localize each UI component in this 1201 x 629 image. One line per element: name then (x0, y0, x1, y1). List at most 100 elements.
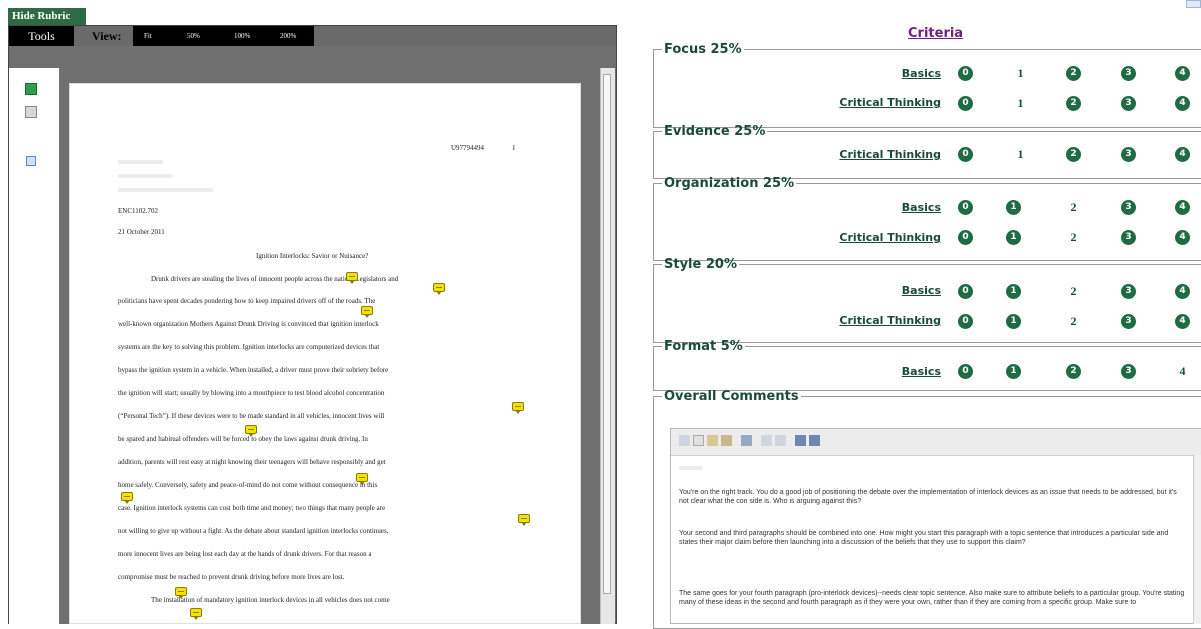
replace-icon[interactable] (809, 435, 820, 446)
redo-icon[interactable] (775, 435, 786, 446)
text-line: the ignition will start; usually by blow… (118, 389, 385, 397)
tools-menu[interactable]: Tools (9, 26, 74, 46)
score-option[interactable]: 3 (1121, 364, 1136, 379)
score-option[interactable]: 4 (1175, 96, 1190, 111)
score-option[interactable]: 2 (1066, 66, 1081, 81)
score-selected[interactable]: 2 (1066, 284, 1081, 299)
criterion-label: Basics (901, 365, 941, 378)
zoom-50[interactable]: 50% (187, 26, 200, 46)
score-option[interactable]: 3 (1121, 66, 1136, 81)
save-icon[interactable] (25, 83, 37, 95)
text-line: case. Ignition interlock systems can cos… (118, 504, 386, 512)
group-title: Organization 25% (664, 176, 795, 191)
print-icon[interactable] (25, 106, 37, 118)
zoom-fit[interactable]: Fit (144, 26, 152, 46)
copy-icon[interactable] (693, 435, 704, 446)
cut-icon[interactable] (679, 435, 690, 446)
score-selected[interactable]: 1 (1013, 96, 1028, 111)
editor-toolbar (671, 429, 1201, 456)
zoom-200[interactable]: 200% (280, 26, 296, 46)
zoom-100[interactable]: 100% (234, 26, 250, 46)
date-line: 21 October 2011 (118, 228, 165, 236)
page-number: 1 (512, 144, 516, 152)
score-option[interactable]: 4 (1175, 314, 1190, 329)
score-option[interactable]: 3 (1121, 200, 1136, 215)
comment-marker-icon[interactable] (121, 492, 133, 504)
score-option[interactable]: 2 (1066, 96, 1081, 111)
score-selected[interactable]: 1 (1013, 66, 1028, 81)
score-option[interactable]: 0 (958, 200, 973, 215)
comment-paragraph: Your second and third paragraphs should … (679, 530, 1169, 546)
comment-marker-icon[interactable] (346, 272, 358, 284)
comment-marker-icon[interactable] (512, 402, 524, 414)
paste-icon[interactable] (707, 435, 718, 446)
score-selected[interactable]: 2 (1066, 314, 1081, 329)
score-option[interactable]: 3 (1121, 147, 1136, 162)
comment-marker-icon[interactable] (361, 306, 373, 318)
view-label: View: (92, 29, 122, 43)
score-option[interactable]: 4 (1175, 200, 1190, 215)
group-title: Evidence 25% (664, 124, 766, 139)
comment-marker-icon[interactable] (245, 425, 257, 437)
criterion-label: Basics (901, 67, 941, 80)
spellcheck-icon[interactable] (741, 435, 752, 446)
score-option[interactable]: 2 (1066, 147, 1081, 162)
toolbar-gap (9, 46, 616, 68)
undo-icon[interactable] (761, 435, 772, 446)
text-line: be spared and habitual offenders will be… (118, 435, 368, 443)
score-option[interactable]: 0 (958, 364, 973, 379)
comment-marker-icon[interactable] (433, 283, 445, 295)
criterion-label: Critical Thinking (839, 231, 941, 244)
text-line: home safely. Conversely, safety and peac… (118, 481, 378, 489)
redacted-line (118, 188, 213, 192)
text-line: bypass the ignition system in a vehicle.… (118, 366, 389, 374)
criteria-link[interactable]: Criteria (908, 26, 963, 41)
score-option[interactable]: 3 (1121, 230, 1136, 245)
score-selected[interactable]: 2 (1066, 200, 1081, 215)
score-option[interactable]: 0 (958, 147, 973, 162)
score-option[interactable]: 4 (1175, 66, 1190, 81)
header-id: U97794494 (451, 144, 485, 152)
score-option[interactable]: 1 (1006, 314, 1021, 329)
text-line: addition, parents will rest easy at nigh… (118, 458, 386, 466)
score-option[interactable]: 1 (1006, 230, 1021, 245)
viewer-scroll-thumb[interactable] (603, 74, 611, 594)
comment-paragraph: You're on the right track. You do a good… (679, 489, 1177, 505)
score-option[interactable]: 1 (1006, 364, 1021, 379)
comment-marker-icon[interactable] (518, 514, 530, 526)
corner-button[interactable] (1186, 0, 1201, 8)
score-option[interactable]: 0 (958, 284, 973, 299)
page-icon[interactable] (26, 156, 36, 166)
text-line: systems are the key to solving this prob… (118, 343, 380, 351)
score-option[interactable]: 4 (1175, 147, 1190, 162)
score-selected[interactable]: 1 (1013, 147, 1028, 162)
score-option[interactable]: 4 (1175, 230, 1190, 245)
score-option[interactable]: 4 (1175, 284, 1190, 299)
redacted-greeting (679, 466, 703, 470)
score-option[interactable]: 2 (1066, 364, 1081, 379)
score-option[interactable]: 0 (958, 314, 973, 329)
score-option[interactable]: 0 (958, 96, 973, 111)
editor-scrollbar[interactable] (1193, 455, 1201, 624)
hide-rubric-button[interactable]: Hide Rubric (8, 8, 86, 25)
score-option[interactable]: 3 (1121, 96, 1136, 111)
overall-comments-title: Overall Comments (664, 389, 799, 404)
score-option[interactable]: 1 (1006, 200, 1021, 215)
score-option[interactable]: 0 (958, 66, 973, 81)
text-line: well-known organization Mothers Against … (118, 320, 379, 328)
score-selected[interactable]: 2 (1066, 230, 1081, 245)
text-line: politicians have spent decades pondering… (118, 297, 376, 305)
score-option[interactable]: 3 (1121, 284, 1136, 299)
score-option[interactable]: 0 (958, 230, 973, 245)
score-option[interactable]: 1 (1006, 284, 1021, 299)
group-title: Style 20% (664, 257, 737, 272)
comment-marker-icon[interactable] (356, 473, 368, 485)
score-selected[interactable]: 4 (1175, 364, 1190, 379)
score-option[interactable]: 3 (1121, 314, 1136, 329)
paste-word-icon[interactable] (721, 435, 732, 446)
text-line: Drunk drivers are stealing the lives of … (151, 275, 399, 283)
find-icon[interactable] (795, 435, 806, 446)
criterion-label: Critical Thinking (839, 314, 941, 327)
comment-marker-icon[interactable] (190, 608, 202, 620)
comment-marker-icon[interactable] (175, 587, 187, 599)
